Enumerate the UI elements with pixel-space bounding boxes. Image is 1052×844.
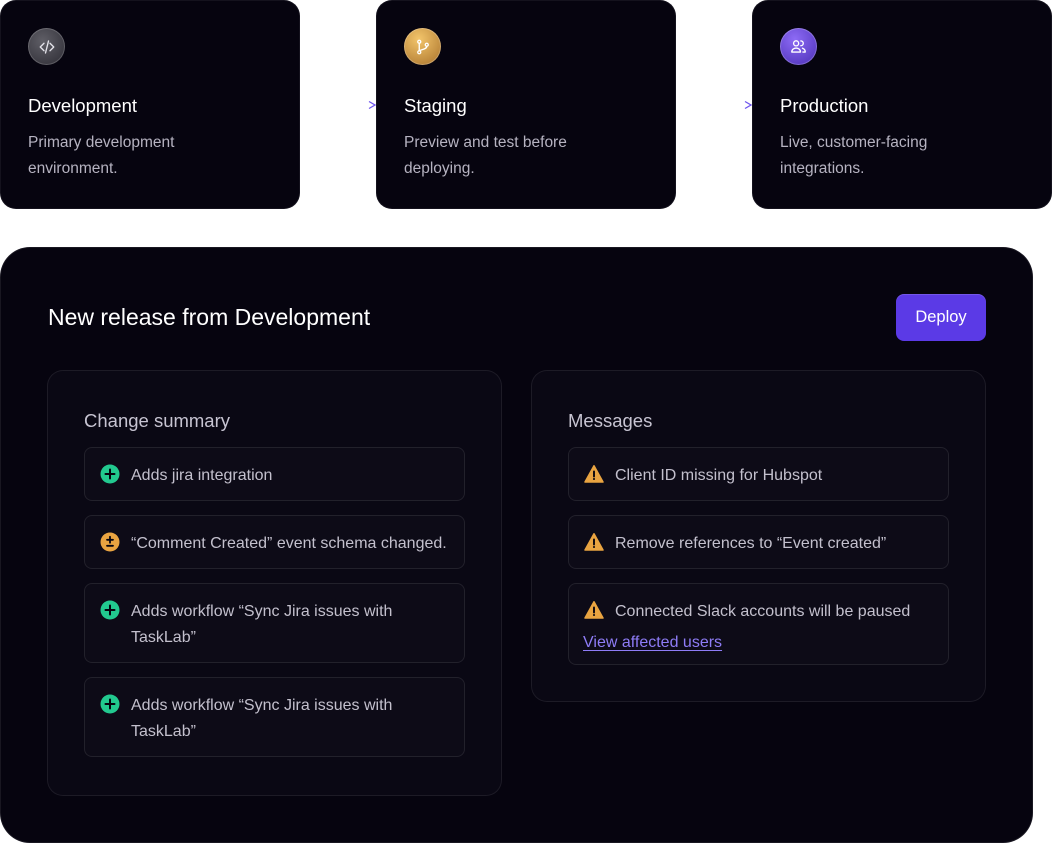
change-item-text: Adds workflow “Sync Jira issues with Tas…: [131, 603, 393, 646]
change-item[interactable]: “Comment Created” event schema changed.: [84, 515, 465, 569]
change-item[interactable]: Adds workflow “Sync Jira issues with Tas…: [84, 583, 465, 663]
messages-panel: Messages Client ID missing for Hubspot R…: [531, 370, 986, 702]
env-description: Live, customer-facing integrations.: [780, 134, 928, 177]
plus-circle-icon: [100, 600, 120, 620]
arrow-connector: [682, 100, 754, 110]
change-item-text: Adds workflow “Sync Jira issues with Tas…: [131, 697, 393, 740]
messages-title: Messages: [568, 410, 653, 431]
env-description: Preview and test before deploying.: [404, 134, 567, 177]
view-affected-users-link[interactable]: View affected users: [583, 630, 933, 656]
env-description: Primary development environment.: [28, 134, 175, 177]
message-text: Client ID missing for Hubspot: [615, 467, 823, 484]
change-summary-title: Change summary: [84, 410, 231, 431]
change-item[interactable]: Adds jira integration: [84, 447, 465, 501]
message-item[interactable]: Client ID missing for Hubspot: [568, 447, 949, 501]
env-title: Development: [28, 95, 138, 116]
plus-circle-icon: [100, 694, 120, 714]
env-card-development[interactable]: Development Primary development environm…: [0, 0, 300, 209]
message-text: Connected Slack accounts will be paused: [615, 603, 911, 620]
message-item[interactable]: Remove references to “Event created”: [568, 515, 949, 569]
env-title: Production: [780, 95, 869, 116]
deploy-button[interactable]: Deploy: [896, 294, 986, 341]
change-item-text: Adds jira integration: [131, 467, 273, 484]
warning-icon: [584, 600, 604, 620]
branch-icon: [404, 28, 441, 65]
message-text: Remove references to “Event created”: [615, 535, 887, 552]
change-item[interactable]: Adds workflow “Sync Jira issues with Tas…: [84, 677, 465, 757]
change-summary-panel: Change summary Adds jira integration “Co…: [47, 370, 502, 796]
env-title: Staging: [404, 95, 467, 116]
users-icon: [780, 28, 817, 65]
warning-icon: [584, 532, 604, 552]
arrow-connector: [306, 100, 378, 110]
change-item-text: “Comment Created” event schema changed.: [131, 535, 447, 552]
env-card-production[interactable]: Production Live, customer-facing integra…: [752, 0, 1052, 209]
code-icon: [28, 28, 65, 65]
release-panel: New release from Development Deploy Chan…: [0, 247, 1033, 843]
env-card-staging[interactable]: Staging Preview and test before deployin…: [376, 0, 676, 209]
release-title: New release from Development: [48, 304, 371, 330]
plus-minus-circle-icon: [100, 532, 120, 552]
warning-icon: [584, 464, 604, 484]
plus-circle-icon: [100, 464, 120, 484]
message-item[interactable]: Connected Slack accounts will be paused …: [568, 583, 949, 665]
